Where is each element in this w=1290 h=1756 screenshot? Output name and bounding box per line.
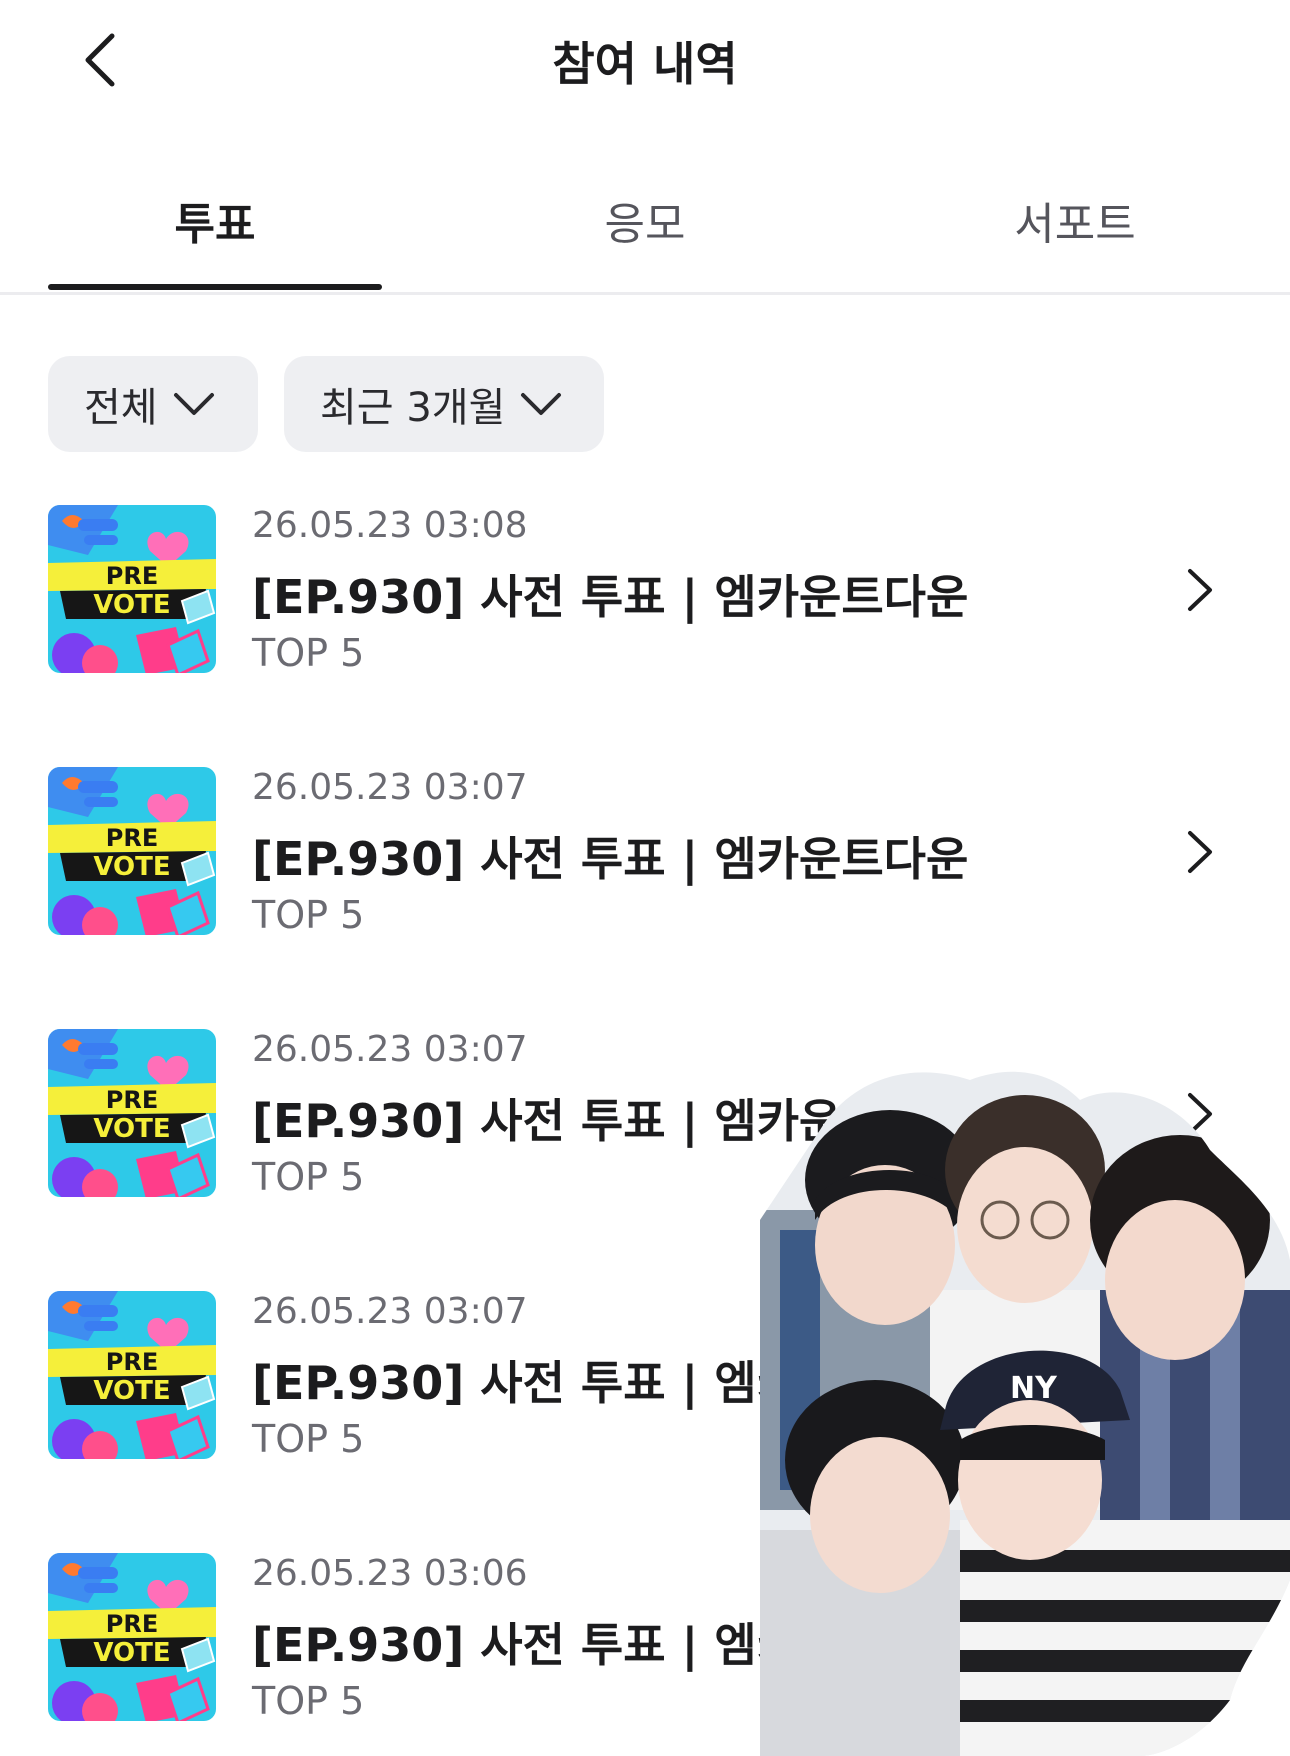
- category-filter-label: 전체: [84, 385, 158, 431]
- thumb-pre-text: PRE: [106, 562, 158, 590]
- thumb-vote-text: VOTE: [93, 852, 170, 882]
- list-item[interactable]: PRE VOTE 26.05.23 03:08 [EP.930] 사전 투표 |…: [0, 505, 1290, 675]
- tab-entry[interactable]: 응모: [478, 180, 812, 295]
- pre-vote-thumbnail: PRE VOTE: [48, 505, 216, 673]
- period-filter-dropdown[interactable]: 최근 3개월: [284, 356, 604, 452]
- item-title: [EP.930] 사전 투표 | 엠카운트다운: [252, 570, 969, 624]
- period-filter-label: 최근 3개월: [320, 385, 506, 431]
- item-date: 26.05.23 03:07: [252, 1029, 528, 1070]
- item-rank: TOP 5: [252, 631, 365, 675]
- active-tab-indicator: [48, 284, 382, 290]
- thumb-pre-text: PRE: [106, 824, 158, 852]
- item-rank: TOP 5: [252, 1679, 365, 1723]
- app-header: 참여 내역: [0, 0, 1290, 125]
- pre-vote-thumbnail: PRE VOTE: [48, 767, 216, 935]
- pre-vote-thumbnail: PRE VOTE: [48, 1553, 216, 1721]
- item-date: 26.05.23 03:07: [252, 1291, 528, 1332]
- item-rank: TOP 5: [252, 893, 365, 937]
- category-filter-dropdown[interactable]: 전체: [48, 356, 258, 452]
- thumb-vote-text: VOTE: [93, 590, 170, 620]
- group-photo-sticker: NY: [760, 1071, 1290, 1756]
- item-date: 26.05.23 03:06: [252, 1553, 528, 1594]
- item-date: 26.05.23 03:08: [252, 505, 528, 546]
- tab-support[interactable]: 서포트: [908, 180, 1242, 295]
- tab-bar: 투표 응모 서포트: [0, 180, 1290, 295]
- thumb-vote-text: VOTE: [93, 1376, 170, 1406]
- thumb-vote-text: VOTE: [93, 1638, 170, 1668]
- thumb-pre-text: PRE: [106, 1086, 158, 1114]
- thumb-pre-text: PRE: [106, 1348, 158, 1376]
- chevron-right-icon[interactable]: [1180, 827, 1220, 877]
- list-item[interactable]: PRE VOTE 26.05.23 03:07 [EP.930] 사전 투표 |…: [0, 767, 1290, 937]
- pre-vote-thumbnail: PRE VOTE: [48, 1291, 216, 1459]
- chevron-down-icon: [521, 393, 562, 415]
- thumb-pre-text: PRE: [106, 1610, 158, 1638]
- item-rank: TOP 5: [252, 1417, 365, 1461]
- pre-vote-thumbnail: PRE VOTE: [48, 1029, 216, 1197]
- item-title: [EP.930] 사전 투표 | 엠카운트다운: [252, 832, 969, 886]
- item-rank: TOP 5: [252, 1155, 365, 1199]
- tab-vote[interactable]: 투표: [48, 180, 382, 295]
- chevron-down-icon: [173, 393, 214, 415]
- chevron-right-icon[interactable]: [1180, 565, 1220, 615]
- thumb-vote-text: VOTE: [93, 1114, 170, 1144]
- page-title: 참여 내역: [552, 37, 738, 91]
- item-date: 26.05.23 03:07: [252, 767, 528, 808]
